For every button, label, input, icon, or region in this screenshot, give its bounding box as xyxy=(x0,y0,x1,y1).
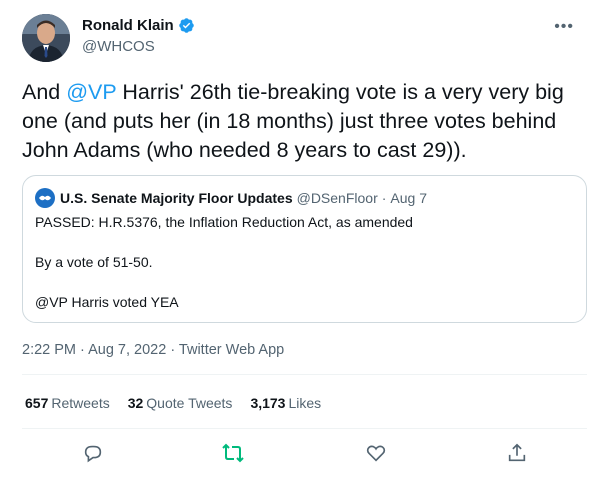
quote-tweets-count: 32 xyxy=(127,395,144,411)
author-name[interactable]: Ronald Klain xyxy=(82,17,174,34)
retweets-label: Retweets xyxy=(51,395,110,411)
quoted-line: By a vote of 51-50. xyxy=(35,254,153,270)
retweet-icon[interactable] xyxy=(220,440,246,466)
quote-tweets-label: Quote Tweets xyxy=(146,395,233,411)
divider xyxy=(22,428,587,429)
quoted-date: Aug 7 xyxy=(390,190,428,206)
tweet-text-before: And xyxy=(22,80,67,104)
quoted-tweet-body: PASSED: H.R.5376, the Inflation Reductio… xyxy=(35,214,575,313)
action-bar xyxy=(0,440,589,468)
quoted-separator: · xyxy=(381,190,387,206)
engagement-stats: 657 Retweets 32 Quote Tweets 3,173 Likes xyxy=(25,395,339,411)
more-options-icon[interactable]: ••• xyxy=(554,18,574,36)
tweet-header: Ronald Klain @WHCOS ••• xyxy=(22,14,582,62)
quoted-tweet[interactable]: U.S. Senate Majority Floor Updates @DSen… xyxy=(22,175,587,323)
share-icon[interactable] xyxy=(504,440,530,466)
tweet-text: And @VP Harris' 26th tie-breaking vote i… xyxy=(22,78,578,165)
mention-link[interactable]: @VP xyxy=(66,80,116,104)
verified-badge-icon xyxy=(178,18,194,33)
quoted-line: PASSED: H.R.5376, the Inflation Reductio… xyxy=(35,214,413,230)
author-avatar[interactable] xyxy=(22,14,70,62)
likes-count: 3,173 xyxy=(250,395,286,411)
quoted-author-name: U.S. Senate Majority Floor Updates xyxy=(60,190,293,206)
quoted-line: @VP Harris voted YEA xyxy=(35,294,179,310)
avatar-image xyxy=(22,14,70,62)
heart-icon[interactable] xyxy=(363,440,389,466)
likes-stat[interactable]: 3,173 Likes xyxy=(250,395,321,411)
reply-icon[interactable] xyxy=(80,440,106,466)
author-handle[interactable]: @WHCOS xyxy=(82,38,155,55)
quoted-author-handle: @DSenFloor xyxy=(296,190,378,206)
handshake-icon xyxy=(39,195,51,201)
quote-tweets-stat[interactable]: 32 Quote Tweets xyxy=(128,395,233,411)
likes-label: Likes xyxy=(288,395,322,411)
quoted-tweet-header: U.S. Senate Majority Floor Updates @DSen… xyxy=(35,188,427,208)
quoted-author-avatar xyxy=(35,188,55,208)
tweet-timestamp[interactable]: 2:22 PM · Aug 7, 2022 · Twitter Web App xyxy=(22,342,284,358)
retweets-stat[interactable]: 657 Retweets xyxy=(25,395,110,411)
divider xyxy=(22,374,587,375)
retweets-count: 657 xyxy=(25,395,49,411)
